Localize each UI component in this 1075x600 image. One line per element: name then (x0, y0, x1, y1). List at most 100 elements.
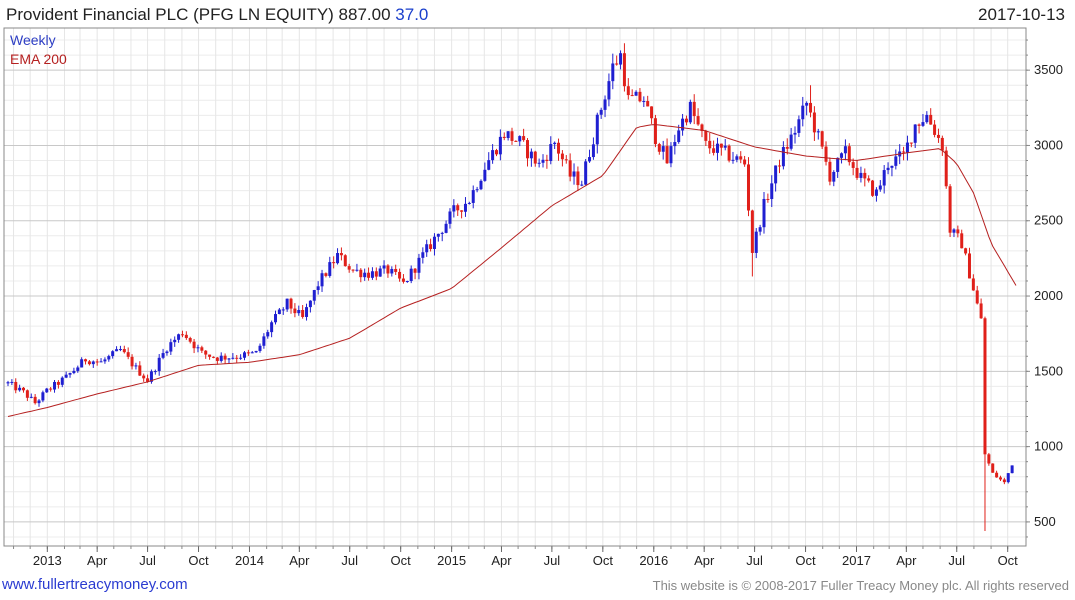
candle-body (746, 164, 750, 211)
candle-body (591, 144, 595, 158)
candle-body (560, 153, 564, 160)
candle-body (692, 101, 696, 117)
y-tick-label: 1500 (1034, 363, 1063, 378)
candle-body (316, 286, 320, 291)
candle-body (421, 252, 425, 258)
candle-body (735, 156, 739, 160)
candle-body (339, 253, 343, 256)
candle-body (475, 189, 479, 191)
candle-body (231, 357, 235, 359)
candle-body (793, 132, 797, 135)
candle-body (929, 114, 933, 125)
candle-body (704, 131, 708, 141)
candle-body (456, 205, 460, 211)
candle-body (576, 171, 580, 186)
candle-body (983, 318, 987, 455)
candle-body (905, 142, 909, 153)
candle-body (952, 229, 956, 233)
candle-body (211, 356, 215, 358)
candle-body (940, 137, 944, 151)
candle-body (681, 118, 685, 131)
candle-body (533, 151, 537, 164)
x-tick-label: Oct (998, 553, 1019, 568)
x-tick-label: Oct (391, 553, 412, 568)
candle-body (22, 387, 26, 391)
candle-body (948, 186, 952, 233)
candle-body (165, 351, 169, 354)
candle-body (1010, 465, 1014, 474)
candle-body (289, 298, 293, 309)
x-tick-label: Jul (948, 553, 965, 568)
x-tick-label: 2014 (235, 553, 264, 568)
candle-body (382, 265, 386, 269)
candle-body (995, 472, 999, 478)
candle-body (828, 161, 832, 182)
candle-body (479, 180, 483, 190)
candle-body (394, 268, 398, 272)
y-tick-label: 500 (1034, 514, 1056, 529)
candle-body (76, 367, 80, 371)
candle-body (867, 178, 871, 181)
candle-body (739, 156, 743, 160)
candle-body (921, 122, 925, 126)
candle-body (363, 272, 367, 278)
candle-body (487, 160, 491, 170)
candle-body (25, 390, 29, 398)
candle-body (797, 119, 801, 133)
x-tick-label: Jul (139, 553, 156, 568)
candle-body (933, 124, 937, 135)
candle-body (355, 269, 359, 271)
y-tick-label: 2000 (1034, 288, 1063, 303)
y-tick-label: 1000 (1034, 439, 1063, 454)
candle-body (370, 271, 374, 278)
candle-body (956, 229, 960, 234)
candle-body (572, 171, 576, 177)
candle-body (611, 63, 615, 82)
candle-body (502, 136, 506, 139)
candle-body (510, 131, 514, 141)
candle-body (622, 53, 626, 87)
candle-body (115, 349, 119, 352)
candle-body (436, 233, 440, 237)
candle-body (615, 63, 619, 65)
candle-body (909, 142, 913, 144)
x-tick-label: Oct (188, 553, 209, 568)
candle-body (409, 268, 413, 282)
candle-body (1002, 479, 1006, 483)
candle-body (126, 352, 130, 357)
candle-body (196, 347, 200, 349)
candle-body (967, 253, 971, 279)
candle-body (107, 356, 111, 360)
candle-body (816, 131, 820, 133)
candle-body (712, 148, 716, 153)
candle-body (134, 365, 138, 367)
candle-body (801, 105, 805, 120)
candle-body (390, 268, 394, 274)
candle-body (886, 167, 890, 171)
x-tick-label: Apr (289, 553, 310, 568)
candle-body (471, 190, 475, 203)
candle-body (239, 357, 243, 359)
candle-body (351, 269, 355, 271)
candle-body (398, 271, 402, 279)
candle-body (405, 281, 409, 283)
candle-body (367, 272, 371, 278)
candle-body (33, 396, 37, 404)
candle-body (727, 145, 731, 161)
y-tick-label: 3000 (1034, 137, 1063, 152)
x-tick-label: 2016 (639, 553, 668, 568)
candle-body (665, 146, 669, 164)
x-tick-label: Oct (593, 553, 614, 568)
candle-body (281, 309, 285, 311)
footer-website-link[interactable]: www.fullertreacymoney.com (2, 576, 188, 593)
candle-body (549, 144, 553, 162)
y-tick-label: 3500 (1034, 62, 1063, 77)
candle-body (444, 223, 448, 233)
candle-body (91, 361, 95, 365)
candle-body (619, 53, 623, 65)
candle-body (824, 146, 828, 162)
candle-body (630, 95, 634, 97)
candle-body (677, 130, 681, 143)
x-tick-label: Apr (896, 553, 917, 568)
x-tick-label: 2017 (842, 553, 871, 568)
